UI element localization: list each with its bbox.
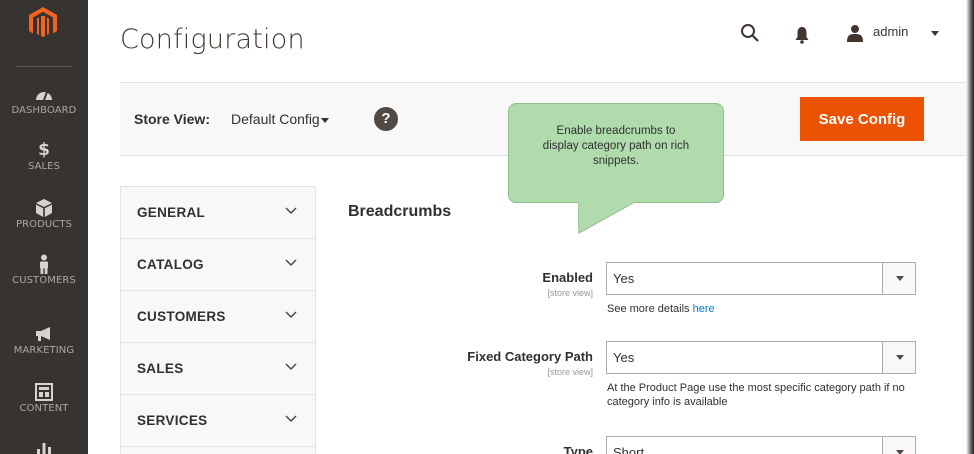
nav-content-label: CONTENT	[19, 403, 69, 414]
tab-sales-label: SALES	[137, 361, 184, 376]
chevron-down-icon	[285, 311, 297, 319]
tab-sales[interactable]: SALES	[121, 343, 315, 395]
details-link[interactable]: here	[693, 303, 715, 315]
nav-content[interactable]: CONTENT	[0, 382, 88, 414]
magento-logo-icon[interactable]	[26, 6, 60, 40]
fixed-category-path-scope: [store view]	[547, 367, 593, 377]
nav-products-label: PRODUCTS	[15, 219, 73, 230]
nav-dashboard-label: DASHBOARD	[11, 105, 77, 116]
nav-dashboard[interactable]: DASHBOARD	[0, 84, 88, 116]
user-icon[interactable]	[846, 24, 864, 42]
dropdown-arrow-icon[interactable]	[882, 437, 915, 454]
fixed-category-path-value: Yes	[613, 350, 635, 365]
tab-customers-label: CUSTOMERS	[137, 309, 226, 324]
save-config-button[interactable]: Save Config	[800, 97, 924, 141]
tab-catalog-label: CATALOG	[137, 257, 204, 272]
tooltip-bubble: Enable breadcrumbs to display category p…	[508, 103, 724, 203]
chevron-down-icon	[285, 207, 297, 215]
admin-sidebar: DASHBOARD $ SALES PRODUCTS CUSTOMERS MAR…	[0, 0, 88, 454]
dashboard-icon	[36, 91, 52, 101]
nav-reports[interactable]	[0, 438, 88, 454]
enabled-select[interactable]: Yes	[606, 262, 916, 295]
search-icon[interactable]	[740, 23, 760, 43]
chart-icon	[37, 443, 51, 454]
person-icon	[40, 254, 48, 274]
store-view-caret-icon[interactable]	[321, 118, 329, 123]
dollar-icon: $	[38, 140, 50, 160]
nav-customers[interactable]: CUSTOMERS	[0, 254, 88, 286]
enabled-note: See more details here	[607, 302, 715, 316]
store-view-switcher[interactable]: Default Config	[231, 111, 320, 127]
caret-down-icon[interactable]	[931, 31, 939, 36]
enabled-note-text: See more details	[607, 303, 693, 315]
config-tabs: GENERAL CATALOG CUSTOMERS SALES SERVICES	[120, 186, 316, 454]
admin-username[interactable]: admin	[873, 24, 908, 39]
tab-general-label: GENERAL	[137, 205, 206, 220]
dropdown-arrow-icon[interactable]	[882, 263, 915, 294]
chevron-down-icon	[285, 363, 297, 371]
nav-marketing[interactable]: MARKETING	[0, 324, 88, 356]
layout-icon	[35, 383, 53, 401]
chevron-down-icon	[285, 415, 297, 423]
bell-icon[interactable]	[794, 26, 810, 44]
enabled-scope: [store view]	[547, 288, 593, 298]
help-icon[interactable]: ?	[374, 107, 398, 131]
store-view-label: Store View:	[134, 111, 210, 127]
nav-sales[interactable]: $ SALES	[0, 140, 88, 172]
tab-customers[interactable]: CUSTOMERS	[121, 291, 315, 343]
tab-catalog[interactable]: CATALOG	[121, 239, 315, 291]
window-edge	[966, 0, 974, 454]
page-title: Configuration	[120, 24, 305, 55]
megaphone-icon	[36, 327, 50, 341]
fixed-category-path-label: Fixed Category Path	[467, 349, 593, 364]
logo-divider	[16, 66, 72, 67]
nav-products[interactable]: PRODUCTS	[0, 198, 88, 230]
nav-sales-label: SALES	[27, 161, 61, 172]
fixed-category-path-note: At the Product Page use the most specifi…	[607, 382, 905, 408]
dropdown-arrow-icon[interactable]	[882, 342, 915, 373]
tooltip-pointer	[578, 202, 636, 234]
type-label: Type	[563, 444, 593, 454]
nav-marketing-label: MARKETING	[13, 345, 75, 356]
section-title: Breadcrumbs	[348, 203, 452, 220]
type-value: Short	[613, 445, 645, 454]
tab-services-label: SERVICES	[137, 413, 208, 428]
type-select[interactable]: Short	[606, 436, 916, 454]
tab-services[interactable]: SERVICES	[121, 395, 315, 447]
chevron-down-icon	[285, 259, 297, 267]
box-icon	[36, 199, 52, 217]
enabled-label: Enabled	[542, 270, 593, 285]
fixed-category-path-select[interactable]: Yes	[606, 341, 916, 374]
enabled-value: Yes	[613, 271, 635, 286]
nav-customers-label: CUSTOMERS	[12, 275, 76, 286]
tab-general[interactable]: GENERAL	[121, 187, 315, 239]
